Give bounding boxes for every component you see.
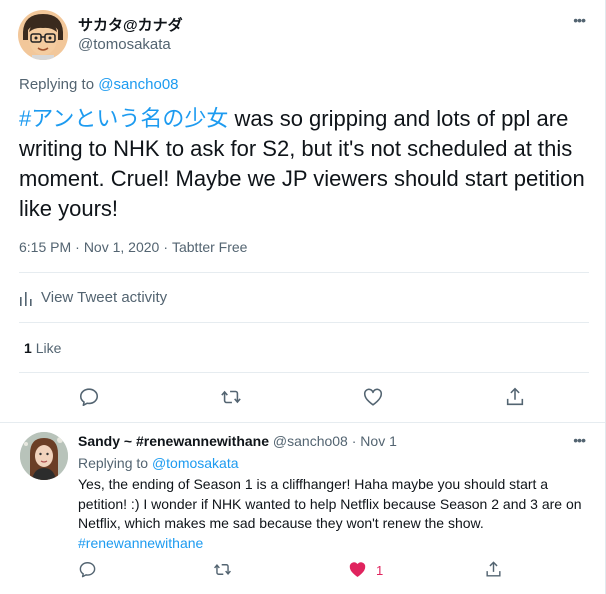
display-name[interactable]: サカタ@カナダ [78, 14, 183, 35]
likes-count[interactable]: 1 Like [24, 340, 61, 356]
tweet-client[interactable]: Tabtter Free [172, 239, 247, 255]
replying-to-link[interactable]: @sancho08 [98, 76, 178, 93]
heart-icon[interactable] [362, 386, 384, 408]
display-name[interactable]: Sandy ~ #renewannewithane [78, 433, 269, 449]
replying-to: Replying to @tomosakata [78, 455, 239, 471]
divider [0, 422, 605, 423]
share-icon[interactable] [484, 560, 503, 579]
share-icon[interactable] [504, 386, 526, 408]
tweet-thread: サカタ@カナダ @tomosakata ••• Replying to @san… [0, 0, 606, 594]
more-options-icon[interactable]: ••• [573, 432, 586, 448]
tweet-date[interactable]: Nov 1, 2020 [84, 239, 160, 255]
reply-icon[interactable] [78, 386, 100, 408]
view-tweet-activity[interactable]: View Tweet activity [19, 289, 167, 306]
more-options-icon[interactable]: ••• [573, 12, 586, 28]
avatar[interactable] [20, 432, 68, 480]
tweet-text: #アンという名の少女 was so gripping and lots of p… [19, 104, 589, 224]
like-count-value: 1 [24, 340, 32, 356]
reply-header: Sandy ~ #renewannewithane @sancho08 · No… [78, 433, 397, 449]
tweet-body: Yes, the ending of Season 1 is a cliffha… [78, 476, 582, 531]
tweet-meta: 6:15 PM · Nov 1, 2020 · Tabtter Free [19, 239, 248, 255]
tweet-time[interactable]: 6:15 PM [19, 239, 71, 255]
divider [19, 272, 589, 273]
divider [19, 322, 589, 323]
retweet-icon[interactable] [213, 560, 232, 579]
tweet-text: Yes, the ending of Season 1 is a cliffha… [78, 475, 588, 553]
like-count: 1 [376, 563, 384, 578]
reply-icon[interactable] [78, 560, 97, 579]
like-label: Like [35, 340, 62, 356]
replying-label: Replying to [19, 76, 99, 93]
divider [19, 372, 589, 373]
bar-chart-icon [20, 291, 32, 306]
replying-label: Replying to [78, 455, 152, 471]
replying-to: Replying to @sancho08 [19, 76, 179, 93]
retweet-icon[interactable] [220, 386, 242, 408]
user-handle[interactable]: @tomosakata [78, 36, 171, 53]
tweet-date[interactable]: Nov 1 [360, 433, 397, 449]
hashtag-link[interactable]: #renewannewithane [78, 535, 203, 551]
heart-icon[interactable] [348, 560, 367, 579]
hashtag-link[interactable]: #アンという名の少女 [19, 106, 228, 131]
replying-to-link[interactable]: @tomosakata [152, 455, 239, 471]
user-handle[interactable]: @sancho08 [273, 433, 348, 449]
activity-label: View Tweet activity [41, 289, 168, 306]
avatar[interactable] [18, 10, 68, 60]
